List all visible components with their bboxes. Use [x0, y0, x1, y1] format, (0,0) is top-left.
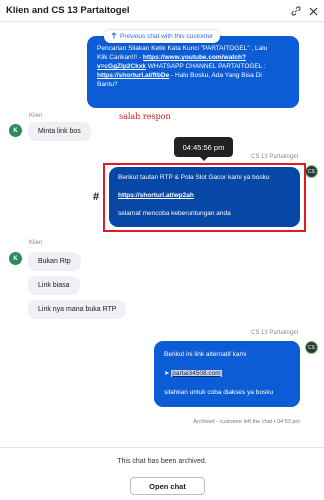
klien-avatar: K [9, 124, 22, 137]
greeting-line-4: https://shorturl.at/ftbDe - Halo Bosku, … [97, 72, 262, 79]
rtp-link[interactable]: https://shorturl.at/wp2ah [118, 192, 194, 199]
agent-avatar: CS [305, 341, 318, 354]
chat-header: Klien and CS 13 Partaitogel [0, 0, 324, 22]
open-chat-button[interactable]: Open chat [130, 477, 205, 495]
alt-line-3: silahkan untuk coba diakses ya bosku [164, 389, 274, 396]
klien-sender-label: Klien [29, 240, 43, 246]
agent-rtp-message: Berikut tautan RTP & Pola Slot Gacor kam… [109, 167, 300, 227]
klien-message: Link nya mana buka RTP [28, 300, 127, 319]
klien-sender-label: Klien [29, 113, 43, 119]
greeting-line-3: v=cGgZlp2Ckxk WHATSAPP CHANNEL PARTAITOG… [97, 63, 266, 70]
agent-sender-label: CS 13 Partaitogel [251, 330, 299, 336]
shorturl-link[interactable]: https://shorturl.at/ftbDe [97, 72, 169, 79]
arrow-right-icon: ➤ [164, 370, 170, 377]
archived-message: This chat has been archived. [117, 458, 207, 465]
previous-chat-button[interactable]: Previous chat with this customer [104, 30, 221, 43]
klien-message: Minta link bos [28, 122, 91, 141]
link-icon[interactable] [290, 5, 302, 17]
agent-sender-label: CS 13 Partaitogel [251, 154, 299, 160]
archived-status-note: Archived - customer left the chat • 04:5… [193, 419, 300, 425]
rtp-line-3: selamat mencoba keberuntungan anda [118, 210, 231, 217]
greeting-line-1: Pencarian Silakan Ketik Kata Kunci "PART… [97, 45, 268, 52]
agent-greeting-message: Pencarian Silakan Ketik Kata Kunci "PART… [87, 36, 299, 108]
timestamp-tooltip: 04:45:56 pm [174, 137, 233, 161]
alt-line-1: Berikut ini link alternatif kami [164, 351, 247, 358]
agent-alt-link-message: Berikut ini link alternatif kami ➤ parta… [154, 341, 300, 407]
youtube-link-cont[interactable]: v=cGgZlp2Ckxk [97, 63, 146, 70]
rtp-line-1: Berikut tautan RTP & Pola Slot Gacor kam… [118, 174, 270, 181]
close-icon[interactable] [307, 5, 319, 17]
youtube-link[interactable]: https://www.youtube.com/watch? [143, 54, 246, 61]
annotation-wrong-response: salah respon [119, 112, 171, 121]
klien-message: Bukan Rtp [28, 252, 81, 271]
chat-title: Klien and CS 13 Partaitogel [6, 5, 130, 16]
arrow-up-icon [111, 32, 117, 41]
agent-avatar: CS [305, 165, 318, 178]
greeting-line-5: Bantu? [97, 81, 118, 88]
klien-avatar: K [9, 252, 22, 265]
greeting-line-2: Klik Carikan!!! - https://www.youtube.co… [97, 54, 246, 61]
klien-message: Link biasa [28, 276, 80, 295]
alt-link[interactable]: partai34508.com [171, 370, 222, 377]
archived-footer: This chat has been archived. Open chat [0, 447, 324, 500]
hash-annotation: # [93, 191, 100, 203]
previous-chat-label: Previous chat with this customer [120, 33, 214, 40]
